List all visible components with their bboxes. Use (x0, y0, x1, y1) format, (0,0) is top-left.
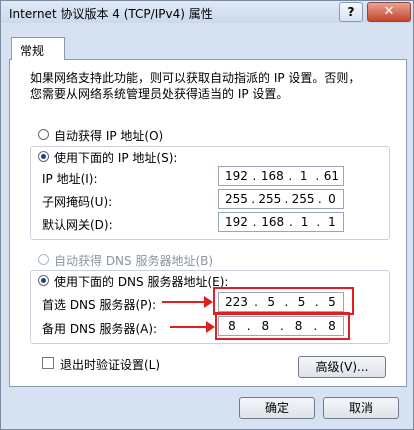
close-button[interactable]: ✕ (367, 2, 411, 22)
intro-line-1: 如果网络支持此功能，则可以获取自动指派的 IP 设置。否则， (30, 71, 361, 85)
tab-general[interactable]: 常规 (11, 37, 65, 60)
ip-octet: 192 (225, 215, 248, 229)
ip-octet: 192 (225, 169, 248, 183)
auto-ip-radio[interactable] (38, 129, 49, 140)
validate-label: 退出时验证设置(L) (60, 358, 161, 372)
octet-separator: . (252, 169, 257, 183)
alternate-dns-highlight (215, 312, 350, 340)
auto-dns-radio[interactable] (38, 254, 49, 265)
alternate-dns-label: 备用 DNS 服务器(A): (42, 322, 158, 336)
intro-line-2: 您需要从网络系统管理员处获得适当的 IP 设置。 (30, 87, 289, 101)
ip-octet: 168 (261, 215, 285, 229)
window-title: Internet 协议版本 4 (TCP/IPv4) 属性 (9, 7, 213, 21)
ip-octet: 168 (260, 169, 284, 183)
default-gateway-input[interactable]: 192. 168. 1. 1 (218, 212, 344, 232)
subnet-mask-label: 子网掩码(U): (42, 195, 113, 209)
cancel-button[interactable]: 取消 (323, 397, 399, 419)
advanced-button[interactable]: 高级(V)... (298, 356, 386, 378)
ip-octet: 1 (299, 169, 308, 183)
octet-separator: . (315, 169, 320, 183)
octet-separator: . (317, 192, 322, 206)
auto-ip-label: 自动获得 IP 地址(O) (54, 129, 164, 143)
ip-address-input[interactable]: 192. 168. 1. 61 (218, 166, 344, 186)
ip-octet: 255 (291, 192, 315, 206)
tcpip-properties-dialog: Internet 协议版本 4 (TCP/IPv4) 属性 ? ✕ 常规 如果网… (0, 0, 414, 430)
preferred-dns-highlight (213, 287, 354, 315)
subnet-mask-input[interactable]: 255. 255. 255. 0 (218, 189, 344, 209)
intro-text: 如果网络支持此功能，则可以获取自动指派的 IP 设置。否则， 您需要从网络系统管… (30, 70, 390, 102)
ok-button[interactable]: 确定 (239, 397, 315, 419)
title-bar[interactable]: Internet 协议版本 4 (TCP/IPv4) 属性 ? ✕ (1, 1, 413, 23)
alternate-dns-arrow (170, 321, 215, 333)
octet-separator: . (288, 169, 293, 183)
octet-separator: . (252, 215, 257, 229)
ip-octet: 1 (300, 215, 309, 229)
octet-separator: . (251, 192, 256, 206)
validate-checkbox[interactable] (42, 357, 54, 369)
octet-separator: . (288, 215, 293, 229)
ip-octet: 255 (258, 192, 282, 206)
default-gateway-label: 默认网关(D): (42, 218, 113, 232)
octet-separator: . (316, 215, 321, 229)
ip-octet: 0 (328, 192, 336, 206)
general-panel: 如果网络支持此功能，则可以获取自动指派的 IP 设置。否则， 您需要从网络系统管… (9, 59, 407, 387)
preferred-dns-arrow (162, 296, 213, 308)
ip-octet: 61 (323, 169, 339, 183)
ip-octet: 255 (225, 192, 248, 206)
manual-ip-radio[interactable] (38, 151, 49, 162)
ip-address-label: IP 地址(I): (42, 172, 98, 186)
preferred-dns-label: 首选 DNS 服务器(P): (42, 298, 157, 312)
ip-octet: 1 (328, 215, 336, 229)
manual-dns-radio[interactable] (38, 275, 49, 286)
manual-dns-label: 使用下面的 DNS 服务器地址(E): (54, 275, 229, 289)
manual-ip-label: 使用下面的 IP 地址(S): (54, 151, 178, 165)
auto-dns-label: 自动获得 DNS 服务器地址(B) (54, 254, 214, 268)
help-button[interactable]: ? (339, 2, 363, 22)
tab-general-label: 常规 (20, 44, 45, 58)
octet-separator: . (284, 192, 289, 206)
